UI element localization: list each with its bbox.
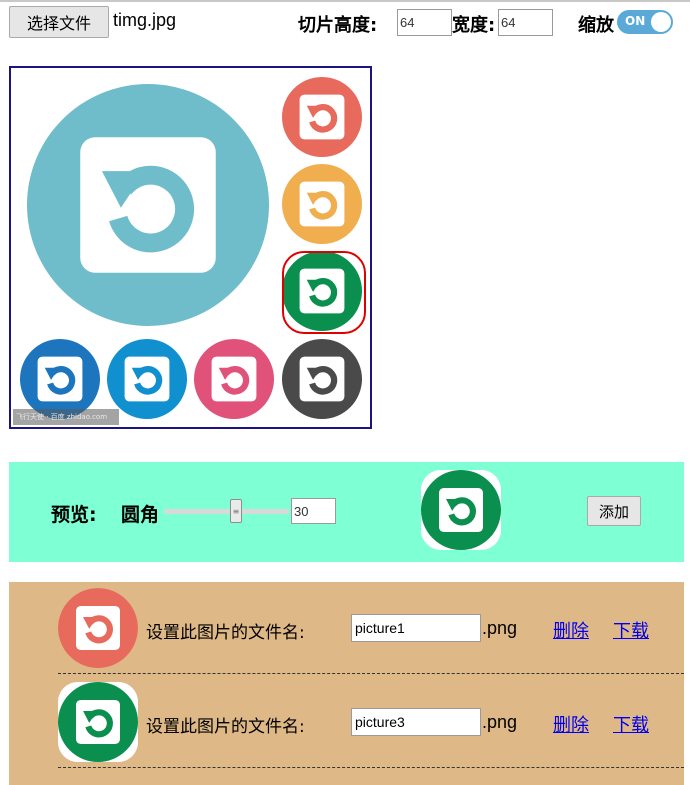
filename-label: 设置此图片的文件名:: [146, 623, 305, 643]
add-button[interactable]: 添加: [587, 496, 641, 526]
radius-slider-thumb[interactable]: ≡: [230, 499, 242, 523]
sprite-sheet: [11, 68, 370, 427]
radius-label: 圆角: [121, 504, 160, 526]
filename-input[interactable]: [351, 614, 481, 642]
download-link[interactable]: 下载: [613, 711, 649, 737]
toggle-knob: [651, 12, 671, 32]
zoom-label: 缩放: [578, 15, 614, 36]
undo-icon: [58, 682, 138, 762]
radius-input[interactable]: [291, 498, 336, 524]
watermark: 飞行天使 · 百度 zhidao.com: [13, 409, 119, 425]
item-thumbnail: [58, 588, 138, 668]
choose-file-button[interactable]: 选择文件: [9, 6, 109, 38]
row-divider: [58, 767, 684, 768]
zoom-toggle-text: ON: [625, 14, 646, 28]
row-divider: [58, 673, 684, 674]
delete-link[interactable]: 删除: [553, 711, 589, 737]
radius-slider-track[interactable]: [164, 509, 289, 514]
selected-file-name: timg.jpg: [113, 10, 177, 30]
filename-input[interactable]: [351, 708, 481, 736]
undo-icon: [282, 339, 362, 419]
delete-link[interactable]: 删除: [553, 617, 589, 643]
sprite-image-canvas[interactable]: 飞行天使 · 百度 zhidao.com: [9, 66, 372, 429]
slice-width-label: 宽度:: [452, 15, 496, 36]
undo-icon: [282, 164, 362, 244]
undo-icon: [58, 588, 138, 668]
zoom-toggle[interactable]: ON: [617, 10, 673, 34]
undo-icon: [194, 339, 274, 419]
undo-icon: [421, 470, 501, 550]
undo-icon: [27, 84, 269, 326]
preview-label: 预览:: [51, 504, 97, 526]
selection-box[interactable]: [282, 251, 366, 334]
top-border: [0, 0, 690, 2]
slice-width-input[interactable]: [498, 9, 553, 36]
undo-icon: [282, 77, 362, 157]
file-extension: .png: [482, 618, 518, 638]
undo-icon: [107, 339, 187, 419]
file-extension: .png: [482, 712, 518, 732]
filename-label: 设置此图片的文件名:: [146, 717, 305, 737]
slice-list: 设置此图片的文件名: .png 删除 下载 设置此图片的文件名: .png 删除…: [9, 582, 684, 785]
preview-image: [421, 470, 501, 550]
undo-icon: [20, 339, 100, 419]
list-item: 设置此图片的文件名: .png 删除 下载: [9, 676, 684, 768]
download-link[interactable]: 下载: [613, 617, 649, 643]
slice-height-input[interactable]: [397, 9, 452, 36]
preview-panel: 预览: 圆角 ≡ 添加: [9, 462, 684, 562]
item-thumbnail: [58, 682, 138, 762]
list-item: 设置此图片的文件名: .png 删除 下载: [9, 582, 684, 674]
slice-height-label: 切片高度:: [298, 15, 378, 36]
